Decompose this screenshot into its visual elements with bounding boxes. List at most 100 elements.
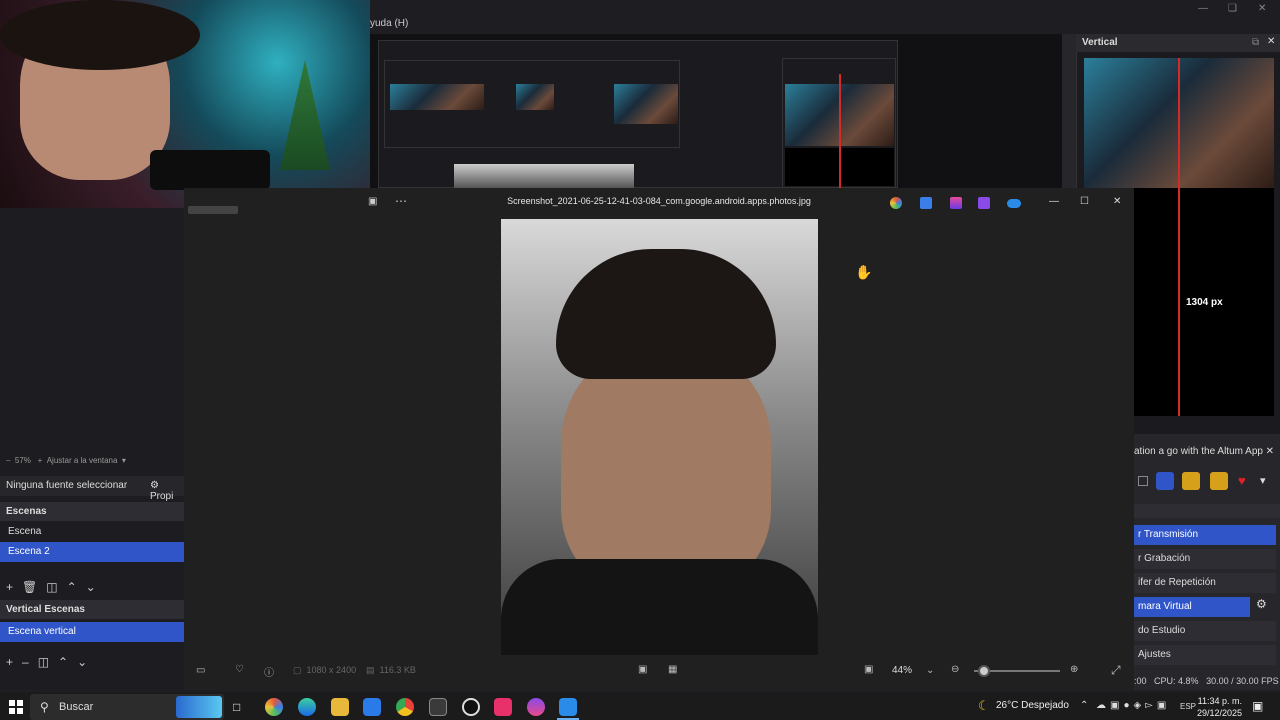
square-icon[interactable] — [1138, 476, 1148, 486]
chevron-down-icon[interactable]: ▾ — [117, 456, 126, 465]
zoom-fit-dropdown[interactable]: Ajustar a la ventana — [47, 456, 118, 465]
move-down-icon[interactable]: ⌄ — [86, 580, 96, 594]
scene-item[interactable]: Escena — [0, 522, 184, 542]
gear-icon[interactable] — [1210, 472, 1228, 490]
add-icon[interactable]: + — [6, 580, 13, 594]
properties-button[interactable]: ⚙ Propi — [150, 480, 184, 502]
designer-icon[interactable] — [950, 197, 962, 209]
move-down-icon[interactable]: ⌄ — [77, 655, 87, 669]
webcam-overlay — [0, 0, 370, 208]
move-up-icon[interactable]: ⌃ — [58, 655, 68, 669]
language-indicator[interactable]: ESP — [1180, 702, 1196, 711]
obs-menu-bar — [370, 0, 1280, 34]
task-view-icon[interactable]: □ — [233, 700, 240, 714]
gear-icon[interactable]: ⚙ — [1256, 597, 1274, 617]
clock[interactable]: 11:34 p. m. 29/12/2025 — [1196, 695, 1242, 719]
obs-minimize-icon[interactable]: — — [1198, 3, 1208, 14]
obs-close-icon[interactable]: ✕ — [1258, 3, 1266, 14]
edge-icon[interactable] — [298, 698, 316, 716]
search-placeholder: Buscar — [59, 701, 94, 713]
zoom-bar: – 57% + Ajustar a la ventana ▾ — [0, 456, 184, 470]
filmstrip-toggle-icon[interactable]: ▭ — [196, 665, 205, 676]
windows-start-icon[interactable] — [9, 700, 23, 714]
file-explorer-icon[interactable] — [331, 698, 349, 716]
zoom-in-icon[interactable]: ⊕ — [1070, 664, 1078, 675]
no-source-label: Ninguna fuente seleccionar — [6, 480, 128, 491]
file-icon: ▤ — [366, 665, 375, 675]
tiktok-icon[interactable] — [494, 698, 512, 716]
move-up-icon[interactable]: ⌃ — [67, 580, 77, 594]
filter-icon[interactable]: ◫ — [38, 655, 49, 669]
webcam-hair — [0, 0, 200, 70]
info-icon[interactable]: ⓘ — [264, 664, 274, 679]
chevron-up-icon[interactable]: ⌃ — [1080, 700, 1088, 711]
photos-minimize-icon[interactable]: — — [1049, 196, 1059, 207]
start-streaming-button[interactable]: r Transmisión — [1134, 525, 1276, 545]
add-icon[interactable]: + — [6, 655, 13, 669]
zoom-level-dropdown[interactable]: 44% — [892, 665, 912, 676]
fit-to-window-icon[interactable]: ▣ — [864, 664, 873, 675]
gear-icon: ⚙ — [150, 480, 159, 491]
settings-button[interactable]: Ajustes — [1134, 645, 1276, 665]
heart-icon[interactable]: ♥ — [1238, 473, 1246, 488]
obs-icon[interactable] — [462, 698, 480, 716]
remove-icon[interactable]: – — [22, 655, 29, 669]
close-icon[interactable]: ✕ — [1266, 446, 1274, 457]
nested-thumb — [614, 84, 678, 124]
image-size-icon: ▢ — [293, 665, 302, 675]
displayed-photo[interactable] — [501, 219, 818, 655]
altum-banner[interactable]: ation a go with the Altum App ✕ — [1134, 446, 1280, 462]
status-bar: :00 CPU: 4.8% 30.00 / 30.00 FPS — [1134, 676, 1279, 686]
chrome-icon[interactable] — [396, 698, 414, 716]
notification-icon[interactable]: ▣ — [1252, 699, 1263, 713]
vertical-scenes-toolbar: + – ◫ ⌃ ⌄ — [0, 653, 184, 671]
filter-icon[interactable]: ◫ — [46, 580, 57, 594]
tray-icons[interactable]: ☁▣●◈▻▣ — [1096, 700, 1170, 711]
edit-icon[interactable] — [920, 197, 932, 209]
vertical-scenes-title: Vertical Escenas — [0, 600, 184, 619]
dock-close-icon[interactable]: ✕ — [1267, 36, 1275, 47]
onedrive-icon[interactable] — [1007, 199, 1021, 208]
visual-search-icon[interactable]: ▦ — [668, 664, 677, 675]
scene-item-selected[interactable]: Escena 2 — [0, 542, 184, 562]
photo-shirt — [501, 559, 818, 655]
vertical-dock-title: Vertical — [1082, 37, 1118, 48]
clipchamp-icon[interactable] — [978, 197, 990, 209]
plugin-icon[interactable]: ▾ — [1260, 474, 1266, 487]
chevron-down-icon[interactable]: ⌄ — [926, 665, 934, 676]
menu-help[interactable]: yuda (H) — [370, 18, 408, 29]
obs-maximize-icon[interactable]: ❑ — [1228, 3, 1237, 14]
dock-float-icon[interactable]: ⧉ — [1252, 37, 1259, 48]
favorite-icon[interactable]: ♡ — [235, 664, 244, 675]
cpu-usage: CPU: 4.8% — [1154, 676, 1199, 686]
vertical-scene-item[interactable]: Escena vertical — [0, 622, 184, 642]
copilot-icon[interactable] — [890, 197, 902, 209]
zoom-slider-thumb[interactable] — [978, 665, 990, 677]
copilot-icon[interactable] — [265, 698, 283, 716]
nested-red-guide — [839, 74, 841, 188]
photos-close-icon[interactable]: ✕ — [1113, 196, 1121, 207]
trash-icon[interactable]: 🗑 — [22, 580, 37, 594]
virtual-camera-button[interactable]: mara Virtual — [1134, 597, 1250, 617]
filesize-label: ▤ 116.3 KB — [366, 665, 416, 675]
search-highlight-image — [176, 696, 222, 718]
window-icon[interactable] — [1182, 472, 1200, 490]
studio-mode-button[interactable]: do Estudio — [1134, 621, 1276, 641]
photos-title: Screenshot_2021-06-25-12-41-03-084_com.g… — [507, 196, 811, 206]
hand-cursor-icon: ✋ — [855, 264, 873, 280]
store-icon[interactable] — [429, 698, 447, 716]
photos-app-icon[interactable] — [559, 698, 577, 716]
replay-buffer-button[interactable]: ifer de Repetición — [1134, 573, 1276, 593]
start-recording-button[interactable]: r Grabación — [1134, 549, 1276, 569]
mail-icon[interactable] — [363, 698, 381, 716]
photos-tab-stub — [188, 206, 238, 214]
zoom-out-icon[interactable]: ⊖ — [951, 664, 959, 675]
crop-icon[interactable]: ▣ — [638, 664, 647, 675]
scenes-toolbar: + 🗑 ◫ ⌃ ⌄ — [0, 578, 184, 596]
app-icon[interactable] — [527, 698, 545, 716]
refresh-icon[interactable] — [1156, 472, 1174, 490]
photos-maximize-icon[interactable]: ☐ — [1080, 196, 1089, 207]
fullscreen-icon[interactable]: ⤢ — [1111, 663, 1121, 678]
source-toolbar: Ninguna fuente seleccionar ⚙ Propi — [0, 476, 184, 502]
weather-label[interactable]: 26°C Despejado — [996, 700, 1069, 711]
